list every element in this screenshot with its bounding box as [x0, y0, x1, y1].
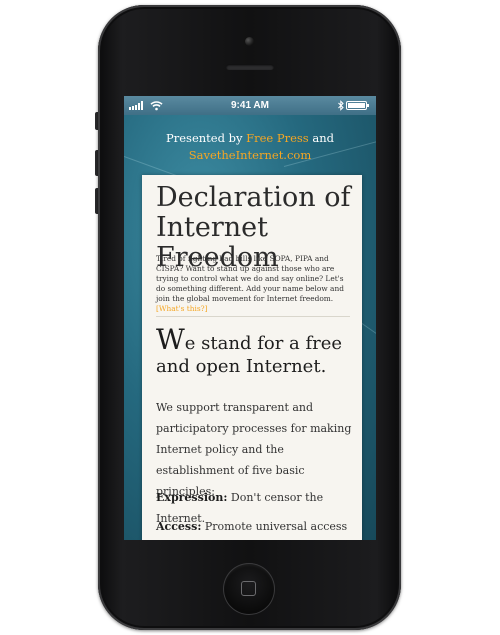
presented-prefix: Presented by [166, 131, 243, 145]
home-button[interactable] [223, 563, 275, 615]
free-press-link[interactable]: Free Press [246, 131, 309, 145]
principle-access: Access: Promote universal access to [156, 516, 356, 540]
front-camera [245, 37, 254, 46]
intro-text: Tired of fighting bad bills like SOPA, P… [156, 254, 344, 303]
battery-fill [348, 103, 365, 108]
bluetooth-icon [338, 100, 344, 111]
and-text: and [312, 131, 334, 145]
battery-tip [367, 104, 369, 107]
battery-icon [346, 101, 369, 110]
stand-heading: We stand for a free and open Internet. [156, 326, 356, 378]
presented-by-header: Presented by Free Press and SavetheInter… [124, 130, 376, 164]
savetheinternet-link[interactable]: SavetheInternet.com [189, 148, 312, 162]
section-divider [156, 316, 350, 317]
status-bar: 9:41 AM [124, 96, 376, 115]
earpiece-speaker [226, 64, 274, 70]
device-mockup: 9:41 AM Presented by Free Press and Save… [0, 0, 500, 635]
phone-screen: 9:41 AM Presented by Free Press and Save… [124, 96, 376, 540]
home-square-icon [241, 581, 256, 596]
stand-heading-text: e stand for a free and open Internet. [156, 333, 343, 377]
principle-label: Access: [156, 520, 202, 533]
whats-this-link[interactable]: [What's this?] [156, 304, 208, 313]
principle-label: Expression: [156, 491, 228, 504]
intro-paragraph: Tired of fighting bad bills like SOPA, P… [156, 254, 354, 314]
stand-drop-cap: W [156, 323, 185, 356]
declaration-card: Declaration of Internet Freedom Tired of… [142, 175, 362, 540]
